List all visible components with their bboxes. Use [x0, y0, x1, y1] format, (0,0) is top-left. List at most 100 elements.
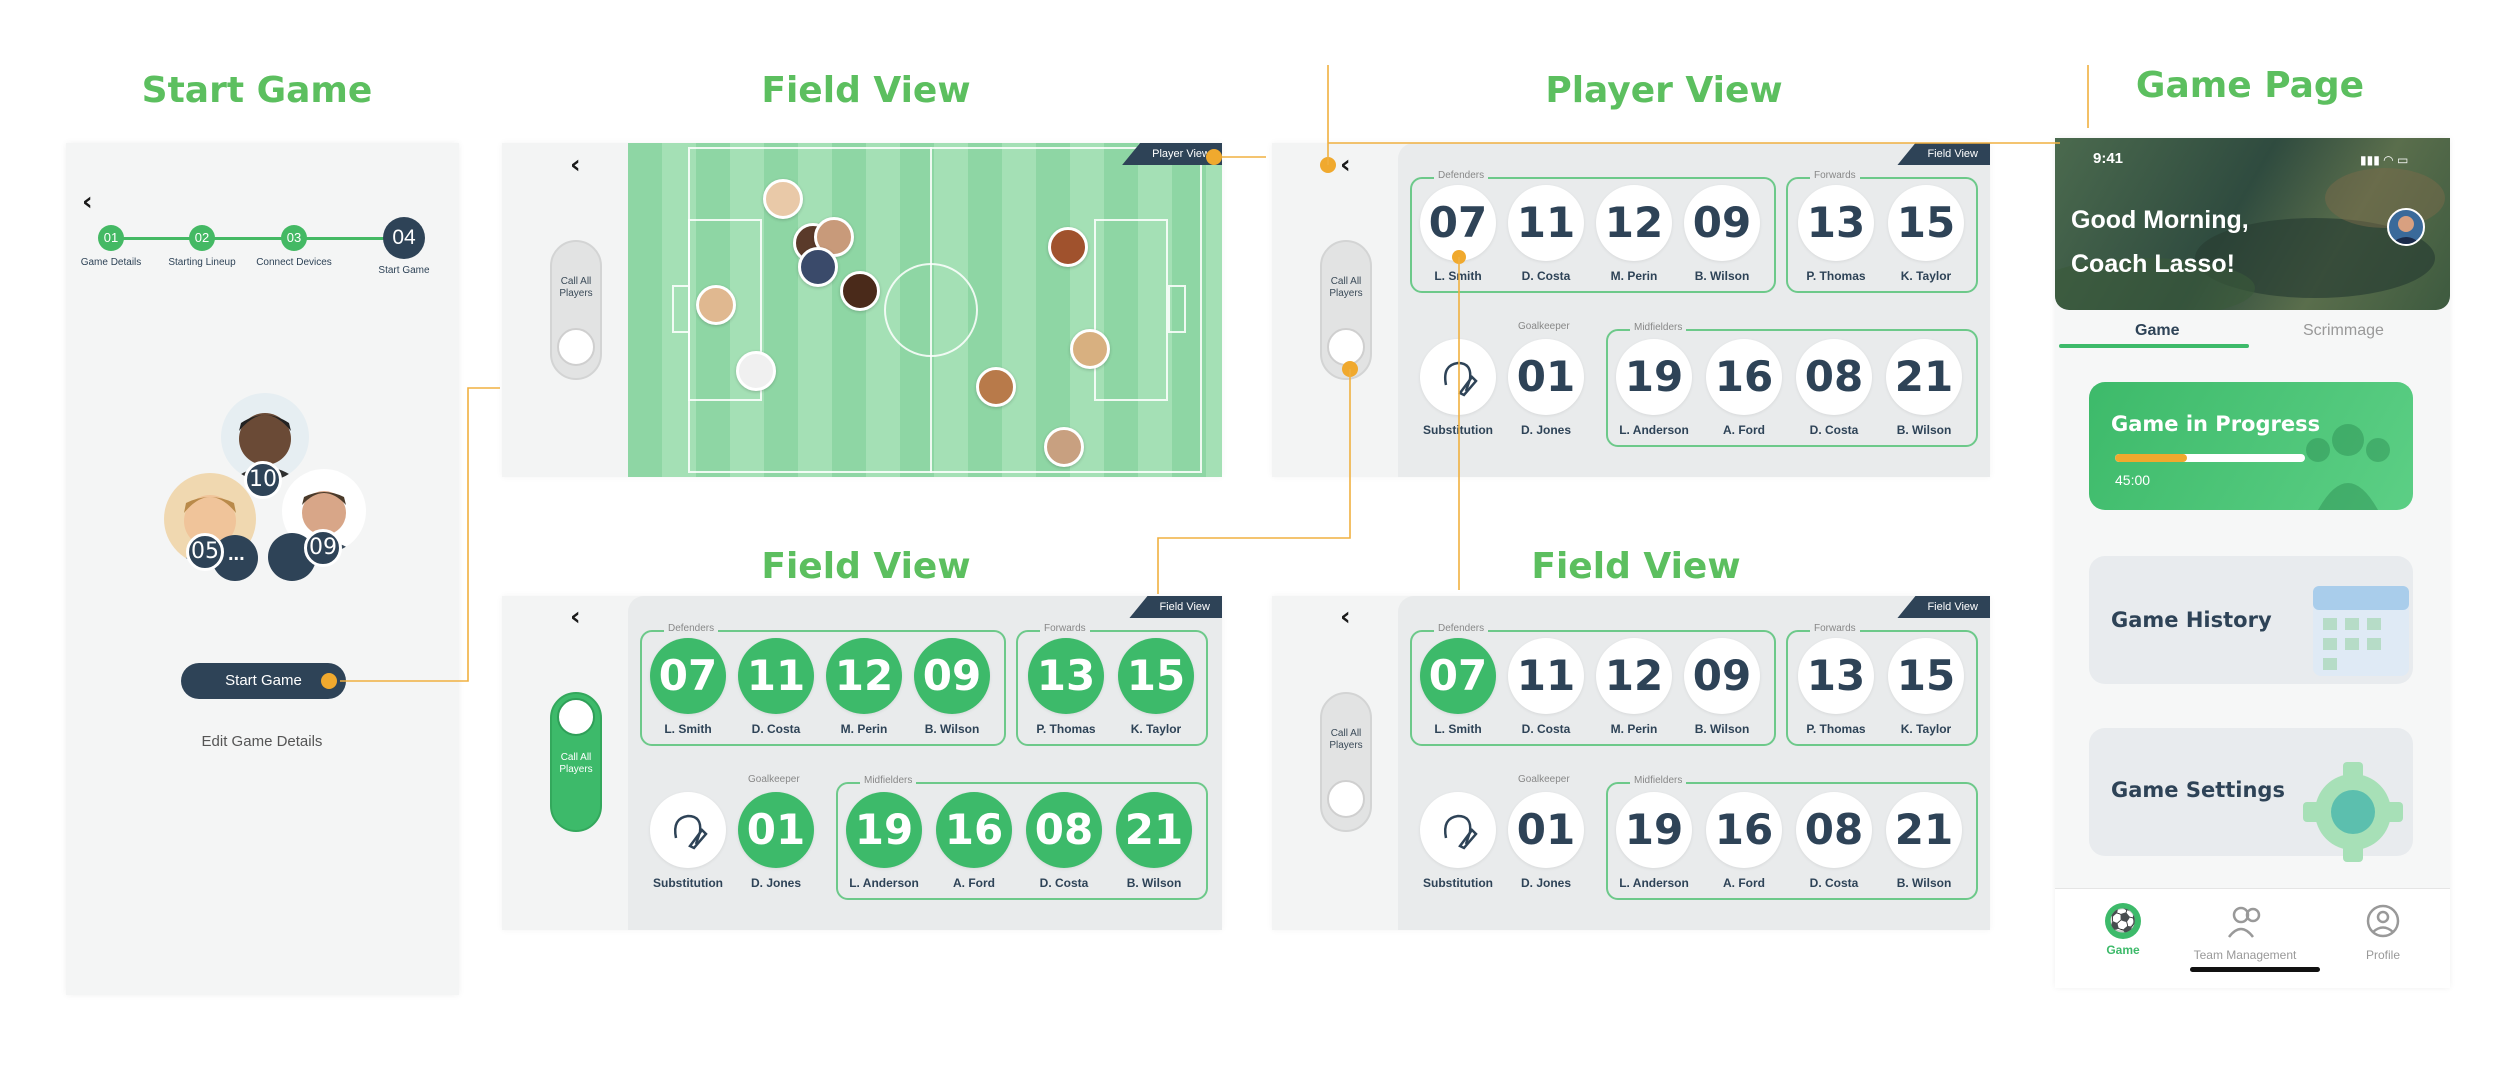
- player-card[interactable]: 16 A. Ford: [934, 792, 1014, 890]
- game-settings-card[interactable]: Game Settings: [2089, 728, 2413, 862]
- player-card[interactable]: 19 L. Anderson: [1614, 792, 1694, 890]
- edit-game-details-link[interactable]: Edit Game Details: [162, 733, 362, 750]
- coach-avatar[interactable]: [2387, 208, 2425, 246]
- game-timer: 45:00: [2115, 472, 2151, 488]
- player-card[interactable]: 21 B. Wilson: [1114, 792, 1194, 890]
- call-all-players-toggle[interactable]: Call All Players: [550, 240, 602, 380]
- jersey-number: 08: [1796, 339, 1872, 415]
- progress-track: [2115, 454, 2305, 462]
- player-card[interactable]: 08 D. Costa: [1024, 792, 1104, 890]
- back-arrow-icon[interactable]: ‹: [1340, 602, 1351, 632]
- player-card[interactable]: 21 B. Wilson: [1884, 792, 1964, 890]
- status-time: 9:41: [2093, 150, 2124, 167]
- game-history-card[interactable]: Game History: [2089, 556, 2413, 684]
- player-card[interactable]: 12 M. Perin: [1594, 638, 1674, 736]
- player-card[interactable]: 21 B. Wilson: [1884, 339, 1964, 437]
- jersey-number: 11: [1508, 185, 1584, 261]
- jersey-number: 21: [1886, 792, 1962, 868]
- field-player-marker[interactable]: [696, 285, 736, 325]
- title-field-view: Field View: [761, 70, 971, 111]
- group-label: Midfielders: [1630, 322, 1687, 333]
- substitution-card[interactable]: Substitution: [1418, 339, 1498, 437]
- jersey-number: 16: [936, 792, 1012, 868]
- player-name: Substitution: [1423, 876, 1493, 890]
- player-card[interactable]: 12 M. Perin: [1594, 185, 1674, 283]
- player-name: Substitution: [1423, 423, 1493, 437]
- jersey-number: 12: [826, 638, 902, 714]
- field-player-marker[interactable]: [736, 351, 776, 391]
- game-in-progress-card[interactable]: Game in Progress 45:00: [2089, 382, 2413, 510]
- field-player-marker[interactable]: [798, 247, 838, 287]
- player-name: A. Ford: [1723, 876, 1765, 890]
- player-name: Substitution: [653, 876, 723, 890]
- player-card[interactable]: 16 A. Ford: [1704, 792, 1784, 890]
- field-view-tag[interactable]: Field View: [1897, 596, 1990, 618]
- back-arrow-icon[interactable]: ‹: [1340, 150, 1351, 180]
- back-arrow-icon[interactable]: ‹: [570, 150, 581, 180]
- player-card[interactable]: 15 K. Taylor: [1116, 638, 1196, 736]
- player-card[interactable]: 09 B. Wilson: [1682, 185, 1762, 283]
- right-goal-box: [1168, 285, 1186, 333]
- field-player-marker[interactable]: [840, 271, 880, 311]
- player-card[interactable]: 19 L. Anderson: [1614, 339, 1694, 437]
- player-card[interactable]: 01 D. Jones: [1506, 339, 1586, 437]
- player-card[interactable]: 07 L. Smith: [1418, 185, 1498, 283]
- substitution-card[interactable]: Substitution: [648, 792, 728, 890]
- call-all-players-toggle-on[interactable]: Call All Players: [550, 692, 602, 832]
- field-player-marker[interactable]: [1070, 329, 1110, 369]
- nav-game[interactable]: ⚽ Game: [2063, 903, 2183, 957]
- player-name: L. Smith: [1434, 722, 1482, 736]
- player-card[interactable]: 13 P. Thomas: [1796, 638, 1876, 736]
- substitution-card[interactable]: Substitution: [1418, 792, 1498, 890]
- player-name: B. Wilson: [924, 722, 980, 736]
- player-card[interactable]: 11 D. Costa: [736, 638, 816, 736]
- step-starting-lineup[interactable]: 02 Starting Lineup: [157, 225, 247, 268]
- player-name: P. Thomas: [1806, 722, 1866, 736]
- player-card[interactable]: 15 K. Taylor: [1886, 185, 1966, 283]
- player-card[interactable]: 01 D. Jones: [736, 792, 816, 890]
- tab-game[interactable]: Game: [2135, 322, 2179, 340]
- field-view-tag[interactable]: Field View: [1897, 143, 1990, 165]
- field-player-marker[interactable]: [1044, 427, 1084, 467]
- player-card[interactable]: 13 P. Thomas: [1796, 185, 1876, 283]
- jersey-number: 11: [738, 638, 814, 714]
- call-all-players-toggle[interactable]: Call All Players: [1320, 240, 1372, 380]
- tab-scrimmage[interactable]: Scrimmage: [2303, 322, 2384, 340]
- step-connect-devices[interactable]: 03 Connect Devices: [249, 225, 339, 268]
- bottom-nav: ⚽ Game Team Management Profile: [2055, 888, 2450, 988]
- player-card[interactable]: 07 L. Smith: [1418, 638, 1498, 736]
- player-card[interactable]: 08 D. Costa: [1794, 339, 1874, 437]
- back-arrow-icon[interactable]: ‹: [82, 187, 93, 217]
- nav-team-management[interactable]: Team Management: [2185, 903, 2305, 962]
- step-start-game[interactable]: 04 Start Game: [359, 217, 449, 276]
- nav-profile[interactable]: Profile: [2323, 903, 2443, 962]
- player-card[interactable]: 12 M. Perin: [824, 638, 904, 736]
- player-card[interactable]: 11 D. Costa: [1506, 638, 1586, 736]
- player-card[interactable]: 19 L. Anderson: [844, 792, 924, 890]
- field-player-marker[interactable]: [763, 179, 803, 219]
- step-game-details[interactable]: 01 Game Details: [66, 225, 156, 268]
- player-card[interactable]: 08 D. Costa: [1794, 792, 1874, 890]
- group-label: Midfielders: [1630, 775, 1687, 786]
- player-card[interactable]: 11 D. Costa: [1506, 185, 1586, 283]
- field-player-marker[interactable]: [1048, 227, 1088, 267]
- player-card[interactable]: 07 L. Smith: [648, 638, 728, 736]
- call-all-players-toggle[interactable]: Call All Players: [1320, 692, 1372, 832]
- player-card[interactable]: 15 K. Taylor: [1886, 638, 1966, 736]
- start-game-button-label: Start Game: [225, 672, 302, 689]
- player-card[interactable]: 09 B. Wilson: [912, 638, 992, 736]
- field-player-marker[interactable]: [976, 367, 1016, 407]
- back-arrow-icon[interactable]: ‹: [570, 602, 581, 632]
- team-silhouette-icon: [2306, 424, 2390, 510]
- player-card[interactable]: 09 B. Wilson: [1682, 638, 1762, 736]
- toggle-knob: [1327, 780, 1365, 818]
- player-name: B. Wilson: [1126, 876, 1182, 890]
- player-card[interactable]: 13 P. Thomas: [1026, 638, 1106, 736]
- group-label: Defenders: [1434, 623, 1489, 634]
- player-card[interactable]: 16 A. Ford: [1704, 339, 1784, 437]
- player-card[interactable]: 01 D. Jones: [1506, 792, 1586, 890]
- field-view-tag[interactable]: Field View: [1129, 596, 1222, 618]
- toggle-label: Call All Players: [1329, 276, 1363, 299]
- player-name: D. Jones: [1520, 876, 1571, 890]
- jersey-number: 16: [1706, 792, 1782, 868]
